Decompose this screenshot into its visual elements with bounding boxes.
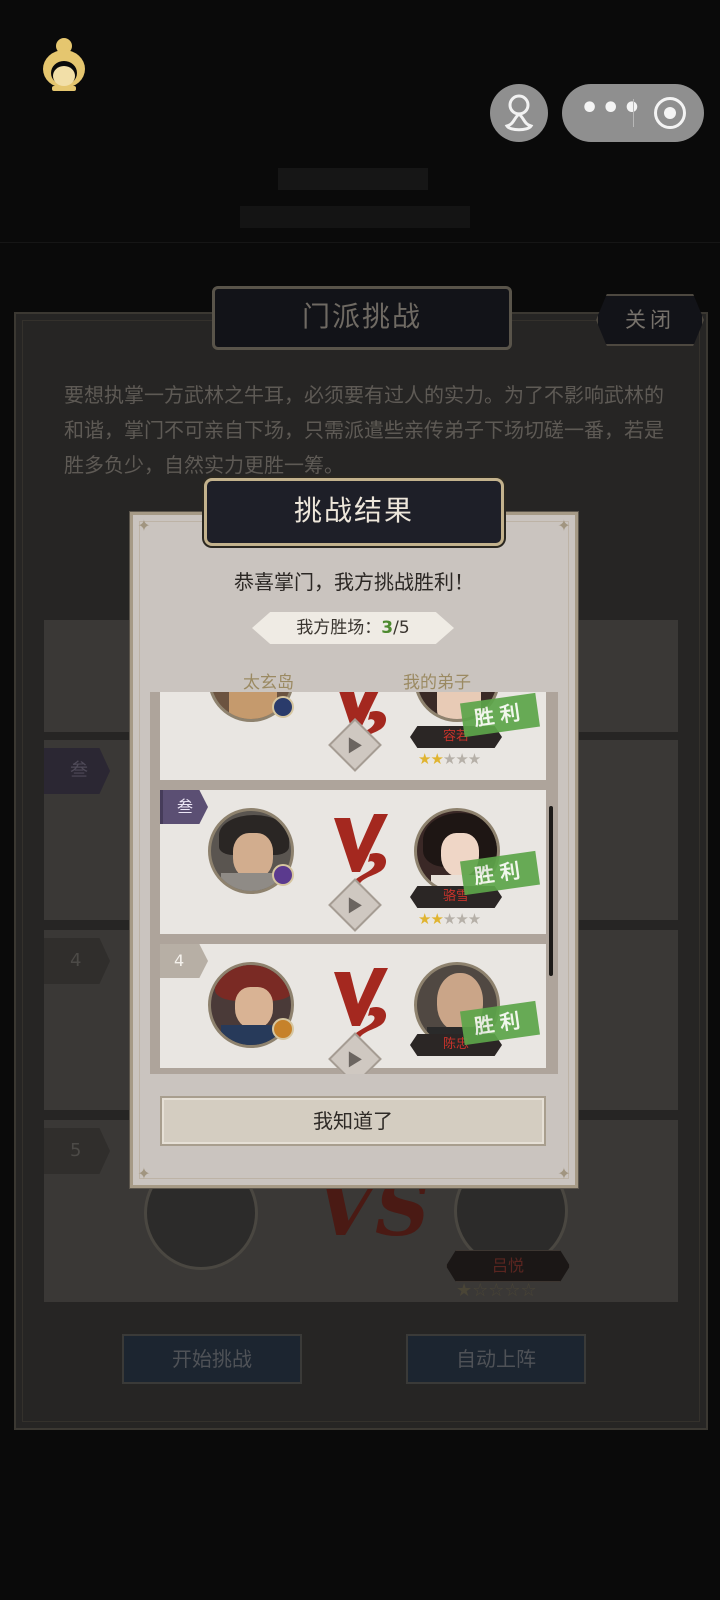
- result-message: 恭喜掌门，我方挑战胜利！: [234, 570, 474, 594]
- opponent-column-header: 太玄岛: [243, 673, 294, 693]
- start-challenge-button[interactable]: 开始挑战: [122, 1334, 302, 1384]
- play-icon: [348, 737, 362, 754]
- rank-badge-icon: [272, 696, 294, 718]
- more-dots-icon[interactable]: •••: [580, 94, 642, 130]
- play-icon: [348, 897, 362, 914]
- match-card: 容若 胜利 ★★★★★: [160, 692, 546, 780]
- close-button[interactable]: 关闭: [596, 294, 704, 346]
- match-list[interactable]: 容若 胜利 ★★★★★ 叁 骆雪 胜利 ★★★★★ 4 陈忠 胜利: [150, 692, 558, 1074]
- profile-button[interactable]: [490, 84, 548, 142]
- faint-header-text: [278, 168, 428, 190]
- bg-rank-tag: 5: [44, 1128, 110, 1174]
- bun-head-icon[interactable]: [40, 36, 88, 92]
- vs-icon: [334, 968, 388, 1044]
- star-rating: ★★★★★: [418, 910, 481, 928]
- win-count-label: 我方胜场：: [296, 618, 382, 638]
- target-icon[interactable]: [654, 97, 686, 129]
- rank-badge-icon: [272, 1018, 294, 1040]
- menu-capsule: •••: [562, 84, 704, 142]
- panel-title: 门派挑战: [212, 286, 512, 350]
- divider: [0, 242, 720, 243]
- corner-ornament: ✦: [137, 516, 151, 535]
- capsule-divider: [633, 99, 634, 127]
- corner-ornament: ✦: [557, 1164, 571, 1183]
- match-card: 叁 骆雪 胜利 ★★★★★: [160, 790, 546, 934]
- bg-disciple-name: 吕悦: [446, 1250, 570, 1282]
- corner-ornament: ✦: [557, 516, 571, 535]
- faint-header-text: [240, 206, 470, 228]
- user-outline-icon: [504, 94, 534, 132]
- play-icon: [348, 1051, 362, 1068]
- match-rank-tag: 4: [160, 944, 208, 978]
- bg-rank-tag: 4: [44, 938, 110, 984]
- win-count-badge: 我方胜场：3/5: [252, 612, 454, 644]
- vs-icon: [334, 814, 388, 890]
- result-title: 挑战结果: [204, 478, 504, 546]
- auto-deploy-button[interactable]: 自动上阵: [406, 1334, 586, 1384]
- star-rating: ★★★★★: [418, 750, 481, 768]
- rank-badge-icon: [272, 864, 294, 886]
- disciple-column-header: 我的弟子: [403, 673, 471, 693]
- win-count-total: /5: [393, 618, 410, 638]
- win-count-value: 3: [381, 618, 394, 638]
- list-scrollbar[interactable]: [549, 806, 553, 976]
- corner-ornament: ✦: [137, 1164, 151, 1183]
- acknowledge-button[interactable]: 我知道了: [160, 1096, 546, 1146]
- panel-description: 要想执掌一方武林之牛耳，必须要有过人的实力。为了不影响武林的和谐，掌门不可亲自下…: [64, 383, 664, 477]
- bg-star-rating: ★☆☆☆☆: [456, 1280, 537, 1301]
- match-card: 4 陈忠 胜利: [160, 944, 546, 1074]
- bg-rank-tag: 叁: [44, 748, 110, 794]
- match-rank-tag: 叁: [160, 790, 208, 824]
